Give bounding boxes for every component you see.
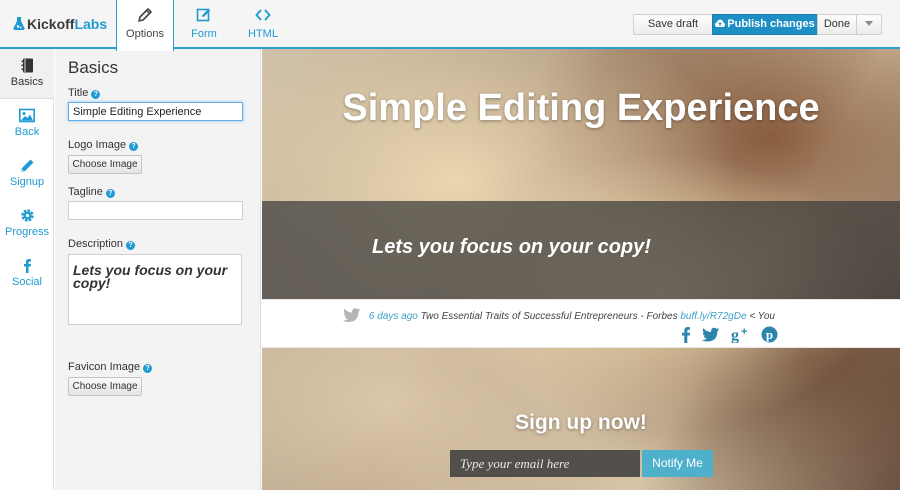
pinterest-icon[interactable]: p [761, 326, 778, 348]
email-input[interactable]: Type your email here [450, 450, 640, 477]
flask-icon [13, 17, 25, 30]
description-textarea[interactable]: Lets you focus on your copy! [68, 254, 242, 325]
tagline-text: Lets you focus on your copy! [372, 236, 651, 258]
nav-item-back-label: Back [14, 126, 40, 138]
notify-me-button[interactable]: Notify Me [642, 450, 713, 477]
tagline-band: Lets you focus on your copy! [262, 201, 900, 299]
tweet-band: 6 days ago Two Essential Traits of Succe… [262, 299, 900, 348]
favicon-image-label-text: Favicon Image [68, 361, 141, 373]
kickofflabs-logo[interactable]: Kickoff Labs [0, 0, 116, 47]
title-label: Title? [68, 87, 101, 99]
logo-image-label-text: Logo Image [68, 139, 127, 151]
logo-text-kickoff: Kickoff [27, 15, 75, 32]
logo-image-label: Logo Image? [68, 139, 139, 151]
nav-item-back[interactable]: Back [0, 99, 54, 149]
gear-icon [20, 209, 34, 222]
nav-item-social[interactable]: Social [0, 249, 54, 299]
help-icon[interactable]: ? [91, 90, 101, 99]
nav-item-signup-label: Signup [9, 176, 45, 188]
tagline-input[interactable] [68, 201, 243, 220]
section-nav: Basics Back Signup Progress Social [0, 49, 54, 490]
facebook-icon[interactable] [681, 326, 691, 348]
publish-changes-button[interactable]: Publish changes [712, 14, 818, 35]
tweet-link[interactable]: buff.ly/R72gDe [680, 311, 746, 322]
title-label-text: Title [68, 87, 89, 99]
notebook-icon [21, 58, 33, 73]
svg-text:g: g [731, 327, 739, 343]
tab-form[interactable]: Form [175, 0, 233, 49]
social-icons: g + p [675, 326, 778, 344]
done-button[interactable]: Done [817, 14, 857, 35]
edit-box-icon [196, 8, 211, 22]
pencil-icon [20, 159, 33, 172]
description-label-text: Description [68, 238, 124, 250]
signup-title: Sign up now! [515, 411, 647, 434]
chevron-down-icon [865, 21, 873, 26]
tweet-age-link[interactable]: 6 days ago [369, 311, 418, 322]
help-icon[interactable]: ? [129, 142, 139, 151]
page-preview: Simple Editing Experience Lets you focus… [262, 49, 900, 490]
favicon-image-label: Favicon Image? [68, 361, 153, 373]
help-icon[interactable]: ? [143, 364, 153, 373]
svg-text:p: p [766, 327, 773, 342]
choose-logo-image-button[interactable]: Choose Image [68, 155, 142, 174]
logo-text-labs: Labs [74, 15, 108, 32]
nav-item-progress-label: Progress [4, 226, 50, 238]
tweet-suffix: < You [749, 311, 775, 322]
help-icon[interactable]: ? [105, 189, 115, 198]
save-draft-button[interactable]: Save draft [633, 14, 713, 35]
cloud-upload-icon [715, 19, 726, 27]
nav-item-signup[interactable]: Signup [0, 149, 54, 199]
latest-tweet: 6 days ago Two Essential Traits of Succe… [342, 308, 775, 322]
image-icon [19, 108, 35, 123]
help-icon[interactable]: ? [126, 241, 136, 250]
google-plus-icon[interactable]: g + [731, 326, 751, 348]
more-options-dropdown[interactable] [856, 14, 882, 35]
nav-item-social-label: Social [12, 276, 42, 288]
tweet-text: Two Essential Traits of Successful Entre… [420, 311, 678, 322]
pencil-icon [138, 8, 152, 22]
nav-item-basics[interactable]: Basics [0, 49, 54, 99]
tab-form-label: Form [191, 28, 217, 40]
tab-html-label: HTML [248, 28, 278, 40]
top-bar: Kickoff Labs Options Form HTML Save draft… [0, 0, 900, 51]
twitter-bird-icon [342, 308, 361, 322]
publish-changes-label: Publish changes [727, 18, 815, 30]
hero-title: Simple Editing Experience [342, 87, 820, 129]
svg-text:+: + [741, 326, 747, 338]
facebook-icon [23, 259, 31, 273]
twitter-icon[interactable] [701, 327, 720, 347]
nav-item-basics-label: Basics [10, 76, 44, 88]
tab-options-label: Options [126, 28, 164, 40]
description-label: Description? [68, 238, 136, 250]
tagline-label: Tagline? [68, 186, 115, 198]
tab-options[interactable]: Options [116, 0, 174, 51]
choose-favicon-image-button[interactable]: Choose Image [68, 377, 142, 396]
code-icon [255, 9, 271, 21]
basics-settings-panel: Basics Title? Logo Image? Choose Image T… [55, 49, 261, 490]
tagline-label-text: Tagline [68, 186, 103, 198]
title-input[interactable] [68, 102, 243, 121]
nav-item-progress[interactable]: Progress [0, 199, 54, 249]
panel-title: Basics [68, 58, 119, 77]
tab-html[interactable]: HTML [234, 0, 292, 49]
